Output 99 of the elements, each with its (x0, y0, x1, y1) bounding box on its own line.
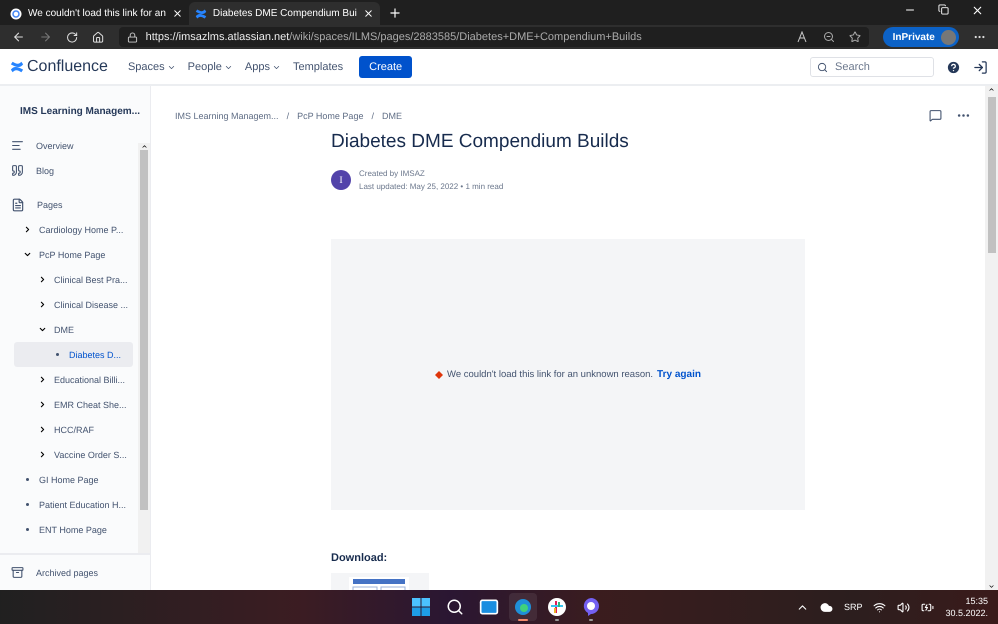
restore-icon[interactable] (938, 4, 949, 14)
avatar-icon (940, 30, 956, 44)
clock[interactable]: 15:35 30.5.2022. (945, 596, 988, 618)
zoom-out-icon[interactable] (822, 31, 835, 43)
breadcrumb-separator: / (286, 110, 290, 120)
search-icon[interactable] (446, 598, 464, 616)
page-tree-item[interactable]: EMR Cheat She... (0, 392, 136, 417)
created-by-text: Created by IMSAZ (359, 169, 426, 178)
download-heading: Download: (331, 552, 388, 564)
confluence-logo-icon (10, 60, 24, 74)
breadcrumb-link[interactable]: IMS Learning Managem... (175, 110, 279, 120)
read-aloud-icon[interactable] (796, 31, 809, 43)
document-icon (11, 198, 25, 212)
forward-icon[interactable] (39, 30, 52, 44)
volume-icon[interactable] (897, 600, 910, 614)
chevron-right-icon[interactable] (38, 450, 47, 459)
quote-icon (11, 164, 24, 177)
wifi-icon[interactable] (873, 600, 886, 614)
last-updated-text: Last updated: May 25, 2022 • 1 min read (359, 182, 504, 191)
search-icon (817, 62, 828, 72)
bullet-icon (26, 478, 29, 481)
page-tree-item[interactable]: Cardiology Home P... (0, 217, 136, 242)
error-icon (435, 370, 444, 378)
author-avatar: I (331, 170, 351, 190)
scrollbar[interactable] (138, 143, 150, 553)
page-tree-item[interactable]: GI Home Page (0, 467, 136, 492)
close-icon[interactable] (172, 8, 183, 19)
google-icon (10, 8, 22, 20)
comment-icon[interactable] (929, 109, 942, 122)
archive-icon (11, 566, 24, 579)
address-bar[interactable]: https://imsazlms.atlassian.net/wiki/spaces/ILMS/pages/2883585/Diabetes+DME+Compendium+Builds (118, 27, 869, 47)
error-message: We couldn't load this link for an unknown reason. (447, 369, 654, 380)
nav-menu-button[interactable]: Templates (293, 61, 344, 73)
space-name[interactable]: IMS Learning Managem... (20, 106, 140, 116)
inprivate-button[interactable]: InPrivate (882, 27, 959, 47)
help-icon[interactable] (946, 60, 961, 74)
confluence-logo-icon (194, 8, 207, 20)
nav-menu-button[interactable]: Apps (244, 61, 281, 73)
sidebar-nav-item[interactable]: Pages (0, 192, 136, 217)
close-icon[interactable] (362, 8, 374, 19)
page-tree-item[interactable]: HCC/RAF (0, 417, 136, 442)
chevron-right-icon[interactable] (38, 425, 47, 434)
bullet-icon (56, 353, 59, 356)
page-tree-item[interactable]: ENT Home Page (0, 517, 136, 542)
page-tree-item[interactable]: Diabetes D... (14, 342, 133, 367)
scrollbar[interactable] (985, 86, 998, 590)
page-tree-item[interactable]: Educational Billi... (0, 367, 136, 392)
nav-menu-button[interactable]: Spaces (128, 61, 176, 73)
url-text: https://imsazlms.atlassian.net/wiki/spaces/ILMS/pages/2883585/Diabetes+DME+Compendium+Builds (146, 31, 642, 43)
chevron-right-icon[interactable] (38, 275, 47, 284)
phone-app-icon[interactable] (581, 597, 601, 617)
close-icon[interactable] (971, 4, 984, 16)
reload-icon[interactable] (66, 30, 78, 44)
page-tree-item[interactable]: Clinical Best Pra... (0, 267, 136, 292)
log-in-icon[interactable] (973, 60, 988, 74)
create-button[interactable]: Create (359, 56, 412, 78)
chevron-right-icon[interactable] (23, 225, 32, 234)
bullet-icon (26, 503, 29, 506)
chevron-right-icon[interactable] (38, 400, 47, 409)
browser-tab[interactable]: Diabetes DME Compendium Bui (188, 2, 380, 25)
sidebar-nav-item[interactable]: Overview (0, 133, 136, 158)
page-tree-item[interactable]: DME (0, 317, 136, 342)
page-tree-item[interactable]: Vaccine Order S... (0, 442, 136, 467)
search-field[interactable]: Search (810, 57, 934, 77)
scroll-up-icon[interactable] (140, 143, 148, 150)
breadcrumb-link[interactable]: DME (382, 110, 402, 120)
breadcrumb-link[interactable]: PcP Home Page (297, 110, 364, 120)
lines-icon (11, 139, 24, 152)
cloud-icon[interactable] (820, 600, 833, 614)
chevron-down-icon[interactable] (38, 325, 47, 334)
page-tree-item[interactable]: Clinical Disease ... (0, 292, 136, 317)
battery-icon[interactable] (921, 600, 934, 614)
home-icon[interactable] (92, 30, 105, 44)
page-tree-item[interactable]: Patient Education H... (0, 492, 136, 517)
nav-menu-button[interactable]: People (188, 61, 233, 73)
mail-icon[interactable] (479, 597, 499, 617)
page-tree-item[interactable]: PcP Home Page (0, 242, 136, 267)
new-tab-icon[interactable] (388, 6, 402, 20)
scroll-up-icon[interactable] (988, 86, 995, 93)
lock-icon (126, 32, 138, 42)
windows-start-icon[interactable] (412, 598, 430, 616)
browser-tab[interactable]: We couldn't load this link for an (4, 2, 189, 25)
chat-app-icon[interactable] (547, 597, 567, 617)
chevron-right-icon[interactable] (38, 300, 47, 309)
language-indicator[interactable]: SRP (844, 602, 862, 612)
scrollbar-thumb[interactable] (988, 97, 996, 253)
chevron-right-icon[interactable] (38, 375, 47, 384)
bullet-icon (26, 528, 29, 531)
page-title: Diabetes DME Compendium Builds (331, 131, 630, 153)
browser-icon[interactable] (514, 598, 532, 616)
try-again-link[interactable]: Try again (657, 369, 701, 380)
scrollbar-thumb[interactable] (140, 150, 148, 510)
breadcrumb-separator: / (371, 110, 374, 120)
scroll-down-icon[interactable] (988, 583, 995, 590)
chevron-down-icon[interactable] (23, 250, 32, 259)
confluence-logo[interactable]: Confluence (10, 58, 108, 76)
sidebar-nav-item[interactable]: Blog (0, 158, 136, 183)
favorite-icon[interactable] (848, 31, 861, 43)
back-icon[interactable] (12, 30, 26, 44)
